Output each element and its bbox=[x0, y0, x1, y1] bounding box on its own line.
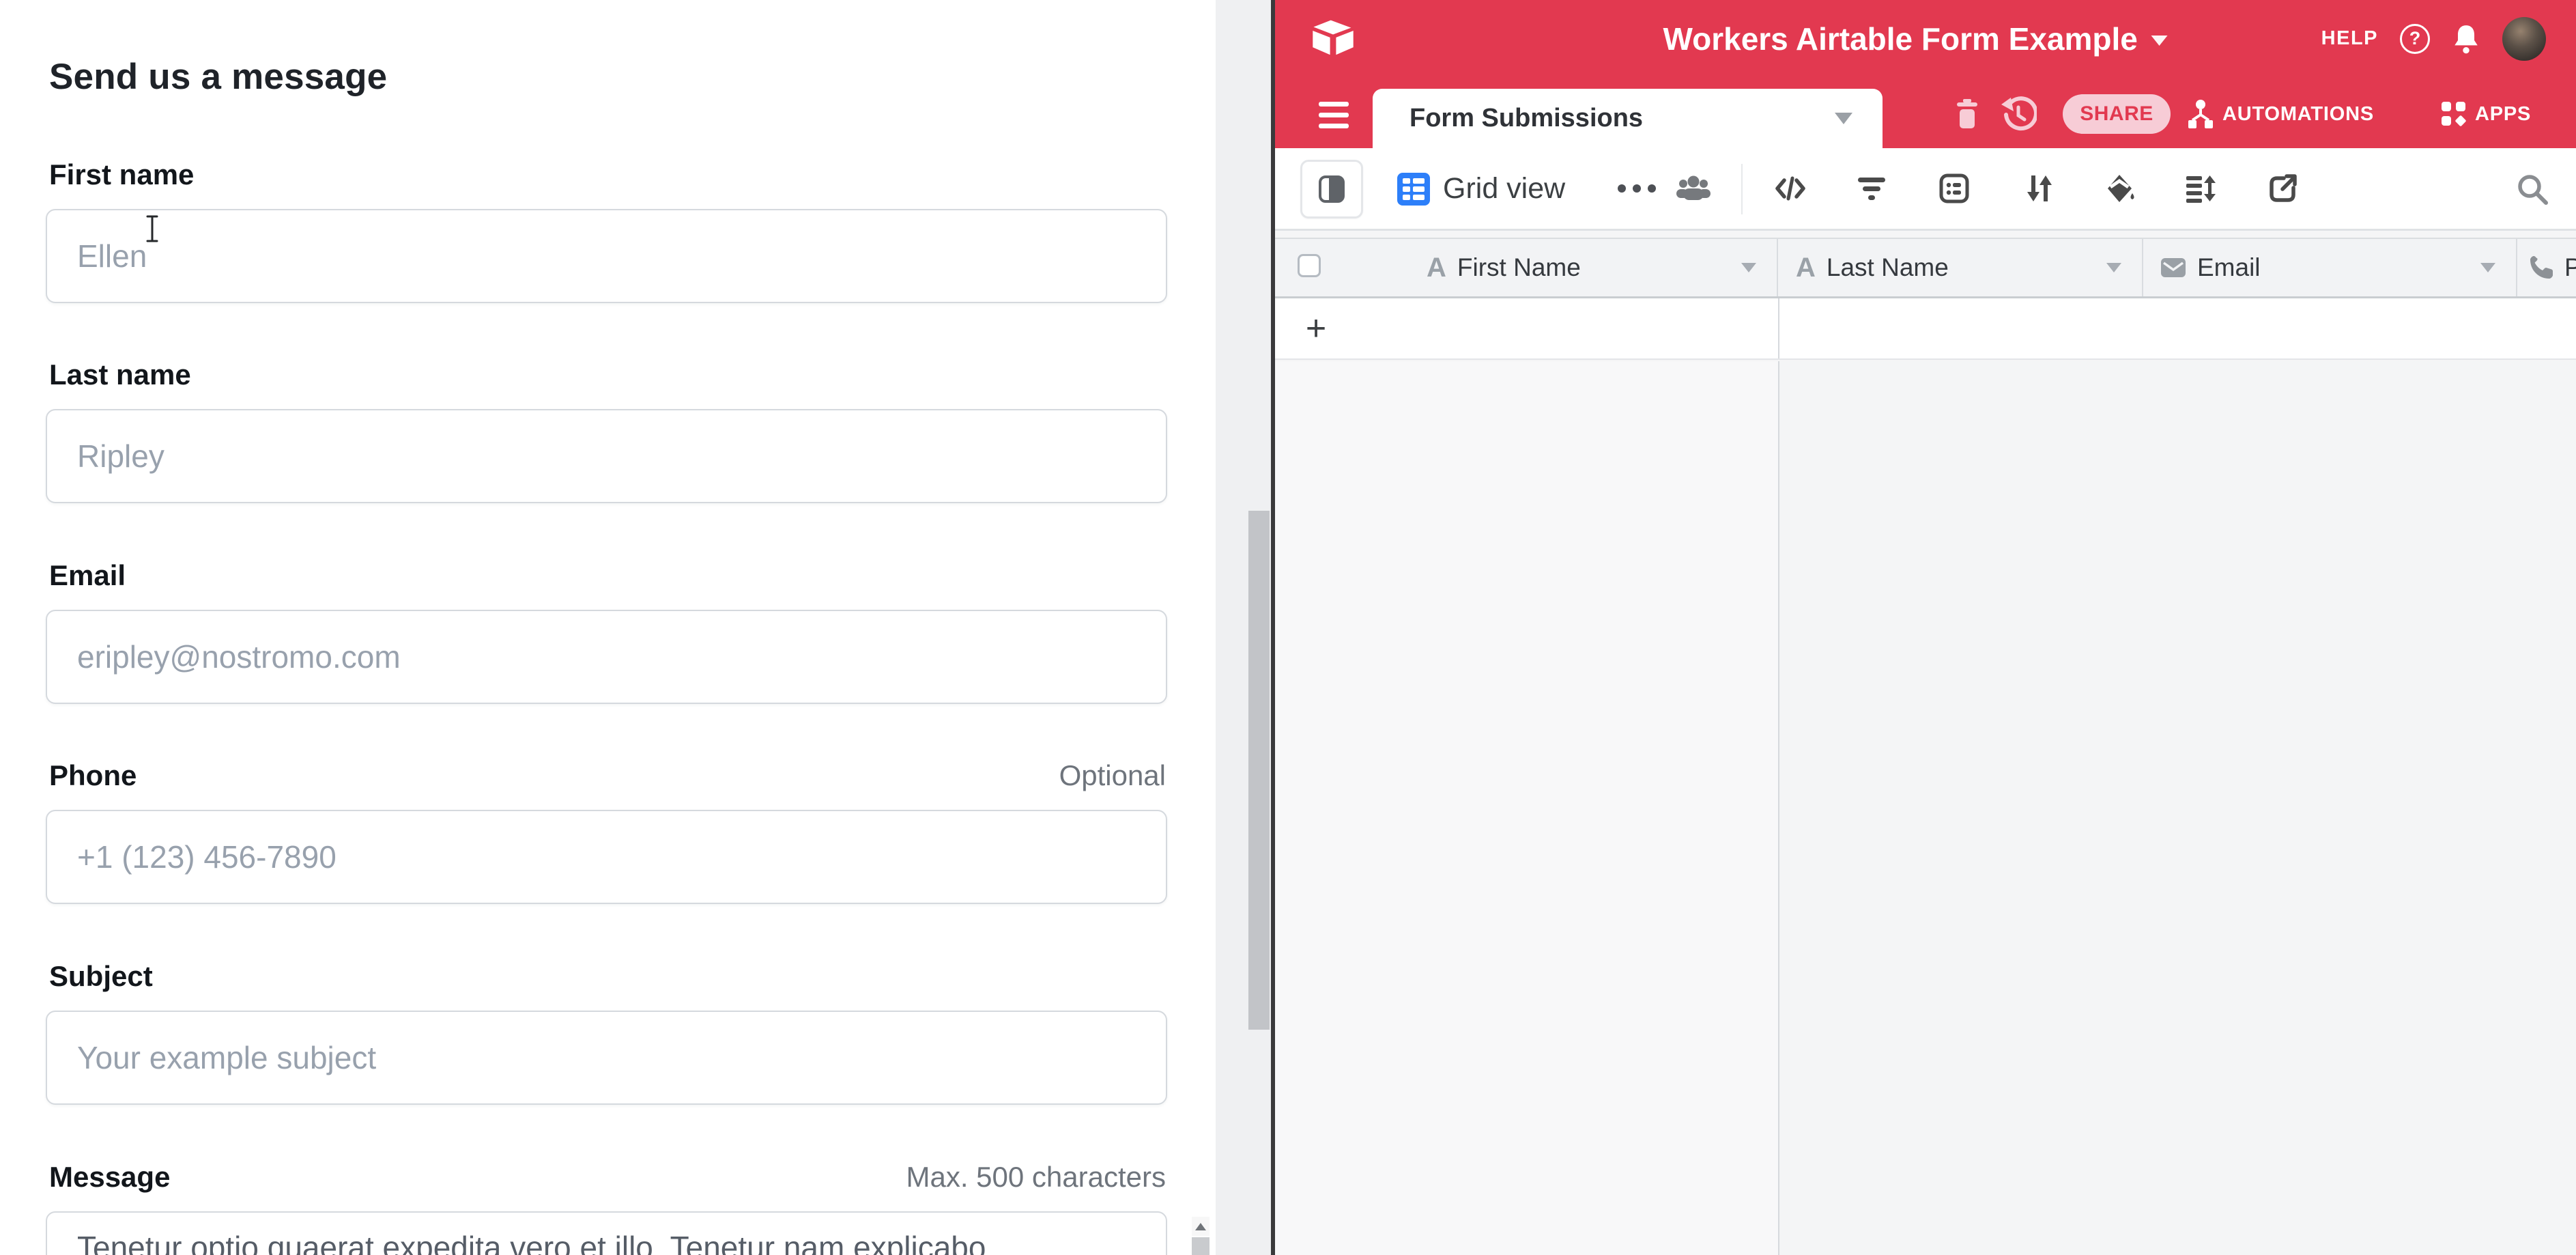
field-group-first-name: First name bbox=[46, 158, 1167, 191]
textarea-scrollbar-thumb[interactable] bbox=[1192, 1237, 1210, 1255]
table-tab-form-submissions[interactable]: Form Submissions bbox=[1373, 89, 1883, 148]
grid-view-icon[interactable] bbox=[1397, 173, 1430, 206]
hide-fields-icon bbox=[1774, 175, 1807, 201]
notifications-bell-icon[interactable] bbox=[2452, 23, 2480, 55]
text-cursor-icon bbox=[145, 214, 160, 243]
frozen-column-divider bbox=[1778, 361, 1779, 1255]
table-tab-label: Form Submissions bbox=[1409, 104, 1643, 133]
apps-label: APPS bbox=[2475, 103, 2531, 126]
airtable-window: Workers Airtable Form Example HELP ? For… bbox=[1275, 0, 2576, 1255]
hamburger-menu-icon[interactable] bbox=[1319, 102, 1349, 128]
share-view-icon bbox=[2267, 173, 2299, 204]
chevron-down-icon[interactable] bbox=[1741, 263, 1756, 272]
email-input[interactable] bbox=[46, 610, 1167, 704]
sidebar-panel-icon bbox=[1319, 175, 1345, 203]
filter-icon bbox=[1855, 173, 1888, 203]
phone-field-icon bbox=[2528, 254, 2555, 281]
row-height-button[interactable] bbox=[2184, 172, 2216, 205]
chevron-down-icon[interactable] bbox=[2106, 263, 2121, 272]
subject-label: Subject bbox=[49, 960, 153, 993]
text-field-icon: A bbox=[1427, 253, 1446, 283]
view-sidebar-toggle-button[interactable] bbox=[1300, 160, 1363, 218]
screen: Send us a message First name Last name E… bbox=[0, 0, 2576, 1255]
filter-button[interactable] bbox=[1855, 172, 1888, 205]
view-switcher[interactable]: Grid view bbox=[1443, 148, 1565, 229]
user-avatar[interactable] bbox=[2502, 17, 2546, 61]
automations-label: AUTOMATIONS bbox=[2222, 103, 2374, 126]
add-record-button[interactable]: + bbox=[1298, 298, 1334, 358]
grid-add-row: + bbox=[1275, 298, 2576, 360]
apps-grid-icon bbox=[2439, 100, 2468, 128]
first-name-label: First name bbox=[49, 158, 194, 191]
field-group-email: Email bbox=[46, 559, 1167, 592]
message-max-hint: Max. 500 characters bbox=[906, 1161, 1166, 1194]
column-header-email[interactable]: Email bbox=[2143, 239, 2517, 296]
textarea-scroll-up-button[interactable] bbox=[1192, 1217, 1210, 1236]
sort-button[interactable] bbox=[2023, 172, 2056, 205]
subject-input[interactable] bbox=[46, 1011, 1167, 1105]
scroll-up-arrow-icon bbox=[1195, 1223, 1206, 1230]
sort-icon bbox=[2025, 173, 2054, 204]
hide-fields-button[interactable] bbox=[1774, 172, 1807, 205]
topbar-right-cluster: HELP ? bbox=[2321, 0, 2546, 77]
message-label: Message bbox=[49, 1161, 170, 1194]
grid-header-row: A First Name A Last Name Email bbox=[1275, 238, 2576, 298]
form-scrollbar-thumb[interactable] bbox=[1248, 511, 1270, 1030]
view-more-icon[interactable] bbox=[1618, 148, 1656, 229]
frozen-column-divider bbox=[1778, 298, 1779, 358]
toolbar-divider bbox=[1741, 164, 1743, 214]
last-name-input[interactable] bbox=[46, 409, 1167, 503]
grid-empty-area-right bbox=[1778, 361, 2576, 1255]
airtable-view-toolbar: Grid view bbox=[1275, 148, 2576, 231]
grid-empty-area-left bbox=[1275, 361, 1778, 1255]
field-group-phone: Phone Optional bbox=[46, 759, 1167, 792]
base-title: Workers Airtable Form Example bbox=[1663, 20, 2138, 57]
search-icon[interactable] bbox=[2515, 171, 2550, 207]
row-height-icon bbox=[2184, 173, 2216, 203]
form-heading: Send us a message bbox=[49, 56, 387, 98]
collaborators-icon[interactable] bbox=[1675, 174, 1712, 203]
phone-label: Phone bbox=[49, 759, 137, 792]
phone-input[interactable] bbox=[46, 810, 1167, 904]
field-group-subject: Subject bbox=[46, 960, 1167, 993]
message-textarea[interactable]: Tenetur optio quaerat expedita vero et i… bbox=[46, 1211, 1167, 1255]
automations-button[interactable]: AUTOMATIONS bbox=[2186, 94, 2374, 134]
field-group-last-name: Last name bbox=[46, 358, 1167, 391]
share-button[interactable]: SHARE bbox=[2063, 94, 2171, 134]
column-header-phone[interactable]: Phone bbox=[2517, 239, 2576, 296]
group-icon bbox=[1938, 173, 1970, 204]
automations-flow-icon bbox=[2186, 98, 2216, 130]
contact-form-window: Send us a message First name Last name E… bbox=[0, 0, 1271, 1255]
text-field-icon: A bbox=[1796, 253, 1816, 283]
chevron-down-icon[interactable] bbox=[2480, 263, 2495, 272]
paint-color-icon bbox=[2105, 173, 2136, 204]
history-icon[interactable] bbox=[2000, 96, 2037, 133]
column-header-first-name[interactable]: A First Name bbox=[1275, 239, 1778, 296]
chevron-down-icon bbox=[1835, 113, 1852, 124]
email-field-icon bbox=[2160, 257, 2186, 278]
first-name-input[interactable] bbox=[46, 209, 1167, 303]
phone-optional-hint: Optional bbox=[1059, 759, 1166, 792]
apps-button[interactable]: APPS bbox=[2439, 94, 2531, 134]
last-name-label: Last name bbox=[49, 358, 191, 391]
airtable-logo-icon[interactable] bbox=[1311, 18, 1356, 58]
trash-icon[interactable] bbox=[1954, 99, 1981, 130]
airtable-tabbar: Form Submissions SHARE bbox=[1275, 77, 2576, 148]
question-mark-icon[interactable]: ? bbox=[2400, 24, 2430, 54]
share-view-button[interactable] bbox=[2267, 172, 2300, 205]
group-button[interactable] bbox=[1938, 172, 1971, 205]
airtable-topbar: Workers Airtable Form Example HELP ? bbox=[1275, 0, 2576, 77]
color-button[interactable] bbox=[2104, 172, 2137, 205]
chevron-down-icon bbox=[2151, 36, 2168, 46]
help-button[interactable]: HELP bbox=[2321, 27, 2378, 50]
base-title-menu[interactable]: Workers Airtable Form Example bbox=[1663, 0, 2168, 77]
email-label: Email bbox=[49, 559, 126, 592]
column-header-last-name[interactable]: A Last Name bbox=[1778, 239, 2143, 296]
field-group-message: Message Max. 500 characters Tenetur opti… bbox=[46, 1161, 1167, 1194]
